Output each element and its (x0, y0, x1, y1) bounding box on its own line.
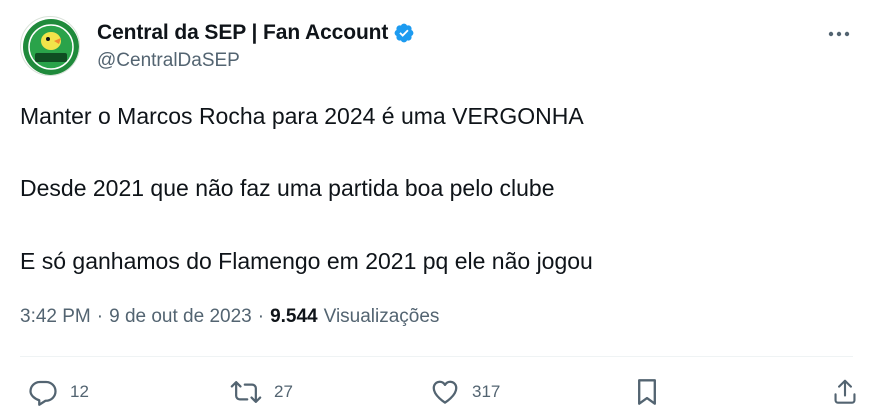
meta-separator: · (96, 306, 104, 327)
meta-separator: · (257, 306, 265, 327)
bookmark-button[interactable] (634, 374, 660, 409)
heart-icon (432, 380, 458, 404)
tweet-meta: 3:42 PM · 9 de out de 2023 · 9.544 Visua… (20, 306, 439, 328)
like-count: 317 (472, 382, 501, 401)
tweet-date[interactable]: 9 de out de 2023 (109, 306, 252, 328)
share-icon (834, 379, 856, 404)
retweet-icon (230, 381, 262, 403)
more-dots-icon (828, 31, 850, 37)
action-bar: 12 27 317 (20, 374, 856, 409)
more-options-button[interactable] (825, 22, 853, 46)
like-button[interactable]: 317 (430, 374, 500, 409)
tweet-text-line: E só ganhamos do Flamengo em 2021 pq ele… (20, 248, 593, 274)
reply-button[interactable]: 12 (28, 374, 89, 409)
tweet-time[interactable]: 3:42 PM (20, 306, 91, 328)
name-row: Central da SEP | Fan Account (97, 20, 415, 46)
views-count[interactable]: 9.544 (270, 306, 318, 328)
retweet-count: 27 (274, 382, 293, 401)
verified-badge-icon[interactable] (393, 22, 415, 44)
tweet-header: Central da SEP | Fan Account @CentralDaS… (20, 16, 853, 76)
user-handle[interactable]: @CentralDaSEP (97, 50, 240, 72)
reply-count: 12 (70, 382, 89, 401)
retweet-button[interactable]: 27 (230, 374, 293, 409)
bookmark-icon (638, 379, 656, 405)
display-name[interactable]: Central da SEP | Fan Account (97, 21, 388, 45)
tweet-text-line: Desde 2021 que não faz uma partida boa p… (20, 175, 555, 201)
share-button[interactable] (832, 374, 858, 409)
divider (20, 356, 853, 357)
avatar-logo-icon (23, 19, 79, 75)
avatar[interactable] (20, 16, 80, 76)
tweet-text-line: Manter o Marcos Rocha para 2024 é uma VE… (20, 103, 584, 129)
reply-icon (29, 380, 57, 406)
views-label[interactable]: Visualizações (324, 306, 440, 328)
